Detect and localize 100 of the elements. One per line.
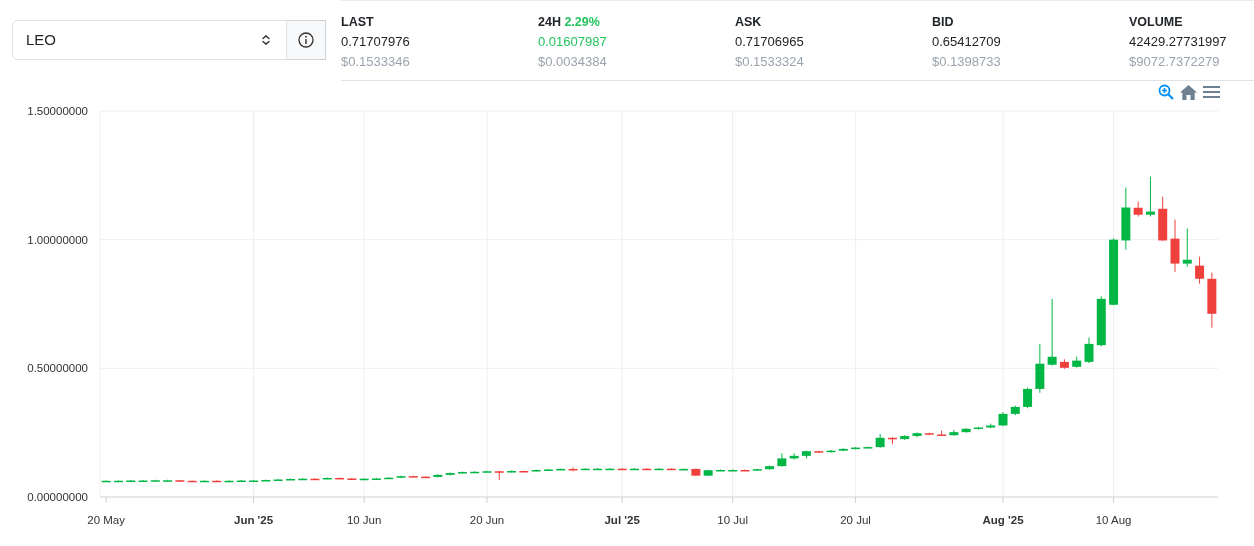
candlestick [187, 480, 197, 483]
candlestick [310, 477, 320, 481]
candlestick [1207, 272, 1217, 329]
x-axis-label: Jun '25 [234, 514, 274, 526]
candlestick [285, 477, 295, 481]
candlestick [826, 449, 836, 453]
candlestick [998, 411, 1008, 427]
candlestick [138, 479, 148, 483]
x-axis-label: 20 Jul [840, 514, 871, 526]
stat-label: LAST [341, 15, 374, 29]
candlestick [1084, 336, 1094, 364]
candlestick [396, 475, 406, 479]
candlestick [629, 467, 639, 471]
candlestick [199, 479, 209, 483]
candlestick [863, 446, 873, 449]
candlestick [249, 479, 259, 483]
candlestick [470, 470, 480, 474]
candlestick [347, 477, 357, 480]
candlestick [961, 427, 971, 434]
candlestick [371, 477, 381, 480]
candlestick [679, 467, 689, 471]
candlestick [1121, 187, 1131, 251]
candlestick [1170, 219, 1180, 273]
candlestick [973, 426, 983, 431]
candlestick [494, 470, 504, 481]
candlestick [1010, 405, 1020, 416]
stat-label: BID [932, 15, 954, 29]
y-axis-label: 0.00000000 [27, 491, 88, 503]
candlestick [126, 479, 136, 483]
stat-value: 0.71707976 [341, 33, 411, 51]
usd-value: $9072.7372279 [1129, 53, 1221, 71]
candlestick [691, 467, 701, 477]
candlestick [1109, 237, 1119, 306]
candlestick [1059, 358, 1069, 370]
candlestick [642, 467, 652, 471]
candlestick [408, 475, 418, 478]
candlestick [900, 434, 910, 441]
candlestick [875, 433, 885, 449]
candlestick [212, 479, 222, 483]
x-axis-label: Jul '25 [604, 514, 640, 526]
candlestick [912, 431, 922, 438]
home-icon[interactable] [1180, 84, 1197, 100]
candlestick [1182, 228, 1192, 268]
candlestick [1047, 298, 1057, 367]
candlestick [298, 477, 308, 481]
candlestick [666, 467, 676, 471]
candlestick [273, 478, 283, 481]
candlestick [163, 479, 173, 482]
candlestick [507, 470, 517, 473]
candlestick [1158, 196, 1168, 242]
candlestick [765, 464, 775, 471]
candlestick [457, 471, 467, 475]
candlestick [175, 479, 185, 482]
candlestick [814, 450, 824, 454]
candlestick [236, 479, 246, 483]
candlestick [421, 475, 431, 479]
candlestick [801, 450, 811, 459]
stat-label: VOLUME [1129, 15, 1183, 29]
stat-value: 0.65412709 [932, 33, 1002, 51]
candlestick [101, 480, 111, 483]
pair-select[interactable]: LEO [12, 20, 287, 60]
candlestick [605, 467, 615, 471]
candlestick [568, 466, 578, 472]
candlestick [887, 436, 897, 445]
y-axis-label: 0.50000000 [27, 362, 88, 375]
candlestick [1035, 343, 1045, 394]
x-axis-label: 20 May [87, 514, 125, 526]
candlestick [580, 467, 590, 471]
candlestick [1145, 176, 1155, 217]
candlestick [703, 469, 713, 477]
zoom-in-icon[interactable] [1158, 84, 1174, 100]
menu-icon[interactable] [1203, 86, 1220, 98]
candlestick [617, 467, 627, 471]
x-axis-label: 10 Jul [717, 514, 749, 526]
candlestick [1195, 256, 1205, 285]
candlestick [519, 470, 529, 473]
y-axis-label: 1.50000000 [27, 105, 88, 117]
stat-label: ASK [735, 15, 762, 29]
candlestick [728, 468, 738, 472]
usd-value: $0.0034384 [538, 53, 608, 71]
candlestick [752, 468, 762, 472]
candlestick [359, 477, 369, 481]
info-button[interactable] [286, 20, 326, 60]
candlestick [937, 430, 947, 437]
candlestick [740, 468, 750, 472]
candlestick [715, 468, 725, 472]
x-axis-label: 10 Aug [1095, 514, 1132, 526]
candlestick [113, 479, 123, 483]
candlestick [445, 472, 455, 476]
candlestick [654, 467, 664, 471]
candlestick [838, 447, 848, 452]
candlestick [531, 468, 541, 473]
y-axis-label: 1.00000000 [27, 233, 88, 246]
candlestick [1096, 295, 1106, 347]
candlestick [322, 476, 332, 480]
candlestick [543, 468, 553, 471]
x-axis-label: Aug '25 [982, 514, 1024, 526]
usd-value: $0.1533346 [341, 53, 411, 71]
candlestick [335, 476, 345, 480]
stat-value: 0.71706965 [735, 33, 805, 51]
